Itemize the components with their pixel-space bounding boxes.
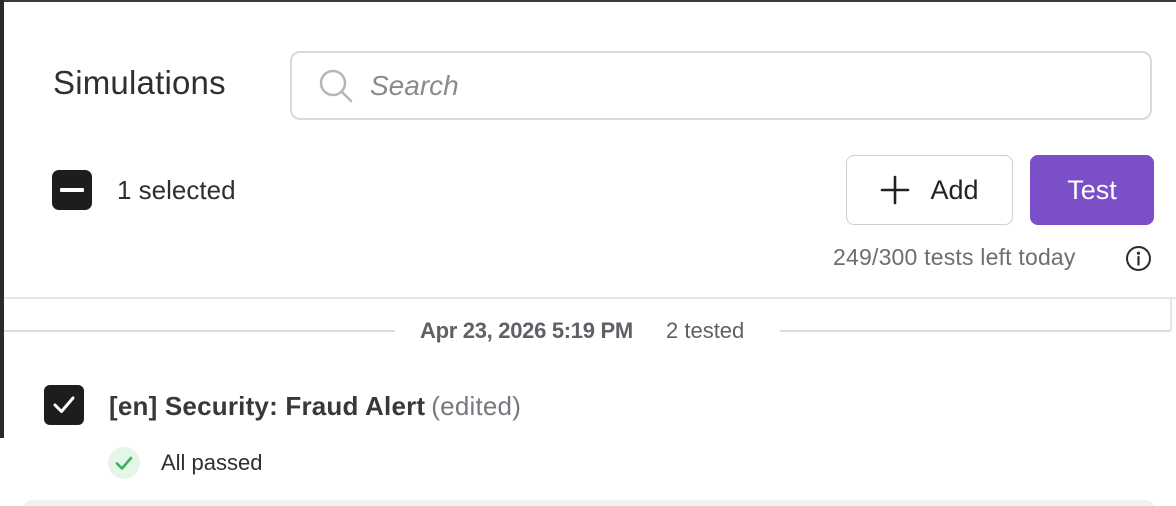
info-icon[interactable] bbox=[1125, 245, 1152, 272]
test-button-label: Test bbox=[1067, 174, 1117, 205]
section-divider bbox=[4, 297, 1176, 299]
add-button[interactable]: Add bbox=[846, 155, 1013, 225]
group-tested-count: 2 tested bbox=[666, 318, 745, 343]
item-edited-tag: (edited) bbox=[431, 391, 522, 421]
add-button-label: Add bbox=[930, 174, 979, 205]
list-right-border bbox=[1170, 299, 1172, 331]
date-separator-line-left bbox=[4, 330, 395, 332]
date-separator-line-right bbox=[780, 330, 1170, 332]
item-name: [en] Security: Fraud Alert bbox=[109, 391, 426, 421]
test-button[interactable]: Test bbox=[1030, 155, 1154, 225]
page-title: Simulations bbox=[53, 64, 226, 101]
status-check-glyph bbox=[115, 456, 133, 470]
check-circle-icon bbox=[108, 447, 140, 479]
search-icon bbox=[319, 69, 353, 102]
window-left-edge bbox=[0, 0, 4, 438]
group-date: Apr 23, 2026 5:19 PM bbox=[420, 318, 633, 343]
minus-icon bbox=[60, 188, 84, 192]
item-checkbox[interactable] bbox=[44, 385, 84, 425]
simulations-panel: Simulations 1 selected Add Test 249/300 … bbox=[0, 0, 1176, 506]
item-status: All passed bbox=[161, 450, 263, 475]
select-all-checkbox[interactable] bbox=[52, 170, 92, 210]
selected-count: 1 selected bbox=[117, 175, 236, 205]
list-item-title[interactable]: [en] Security: Fraud Alert (edited) bbox=[109, 391, 521, 422]
window-top-edge bbox=[0, 0, 1176, 2]
search-input[interactable] bbox=[368, 68, 1112, 103]
checkmark-icon bbox=[53, 396, 75, 413]
next-list-item bbox=[24, 500, 1154, 506]
plus-icon bbox=[881, 175, 910, 205]
search-box[interactable] bbox=[290, 51, 1152, 120]
quota-text: 249/300 tests left today bbox=[833, 244, 1076, 270]
